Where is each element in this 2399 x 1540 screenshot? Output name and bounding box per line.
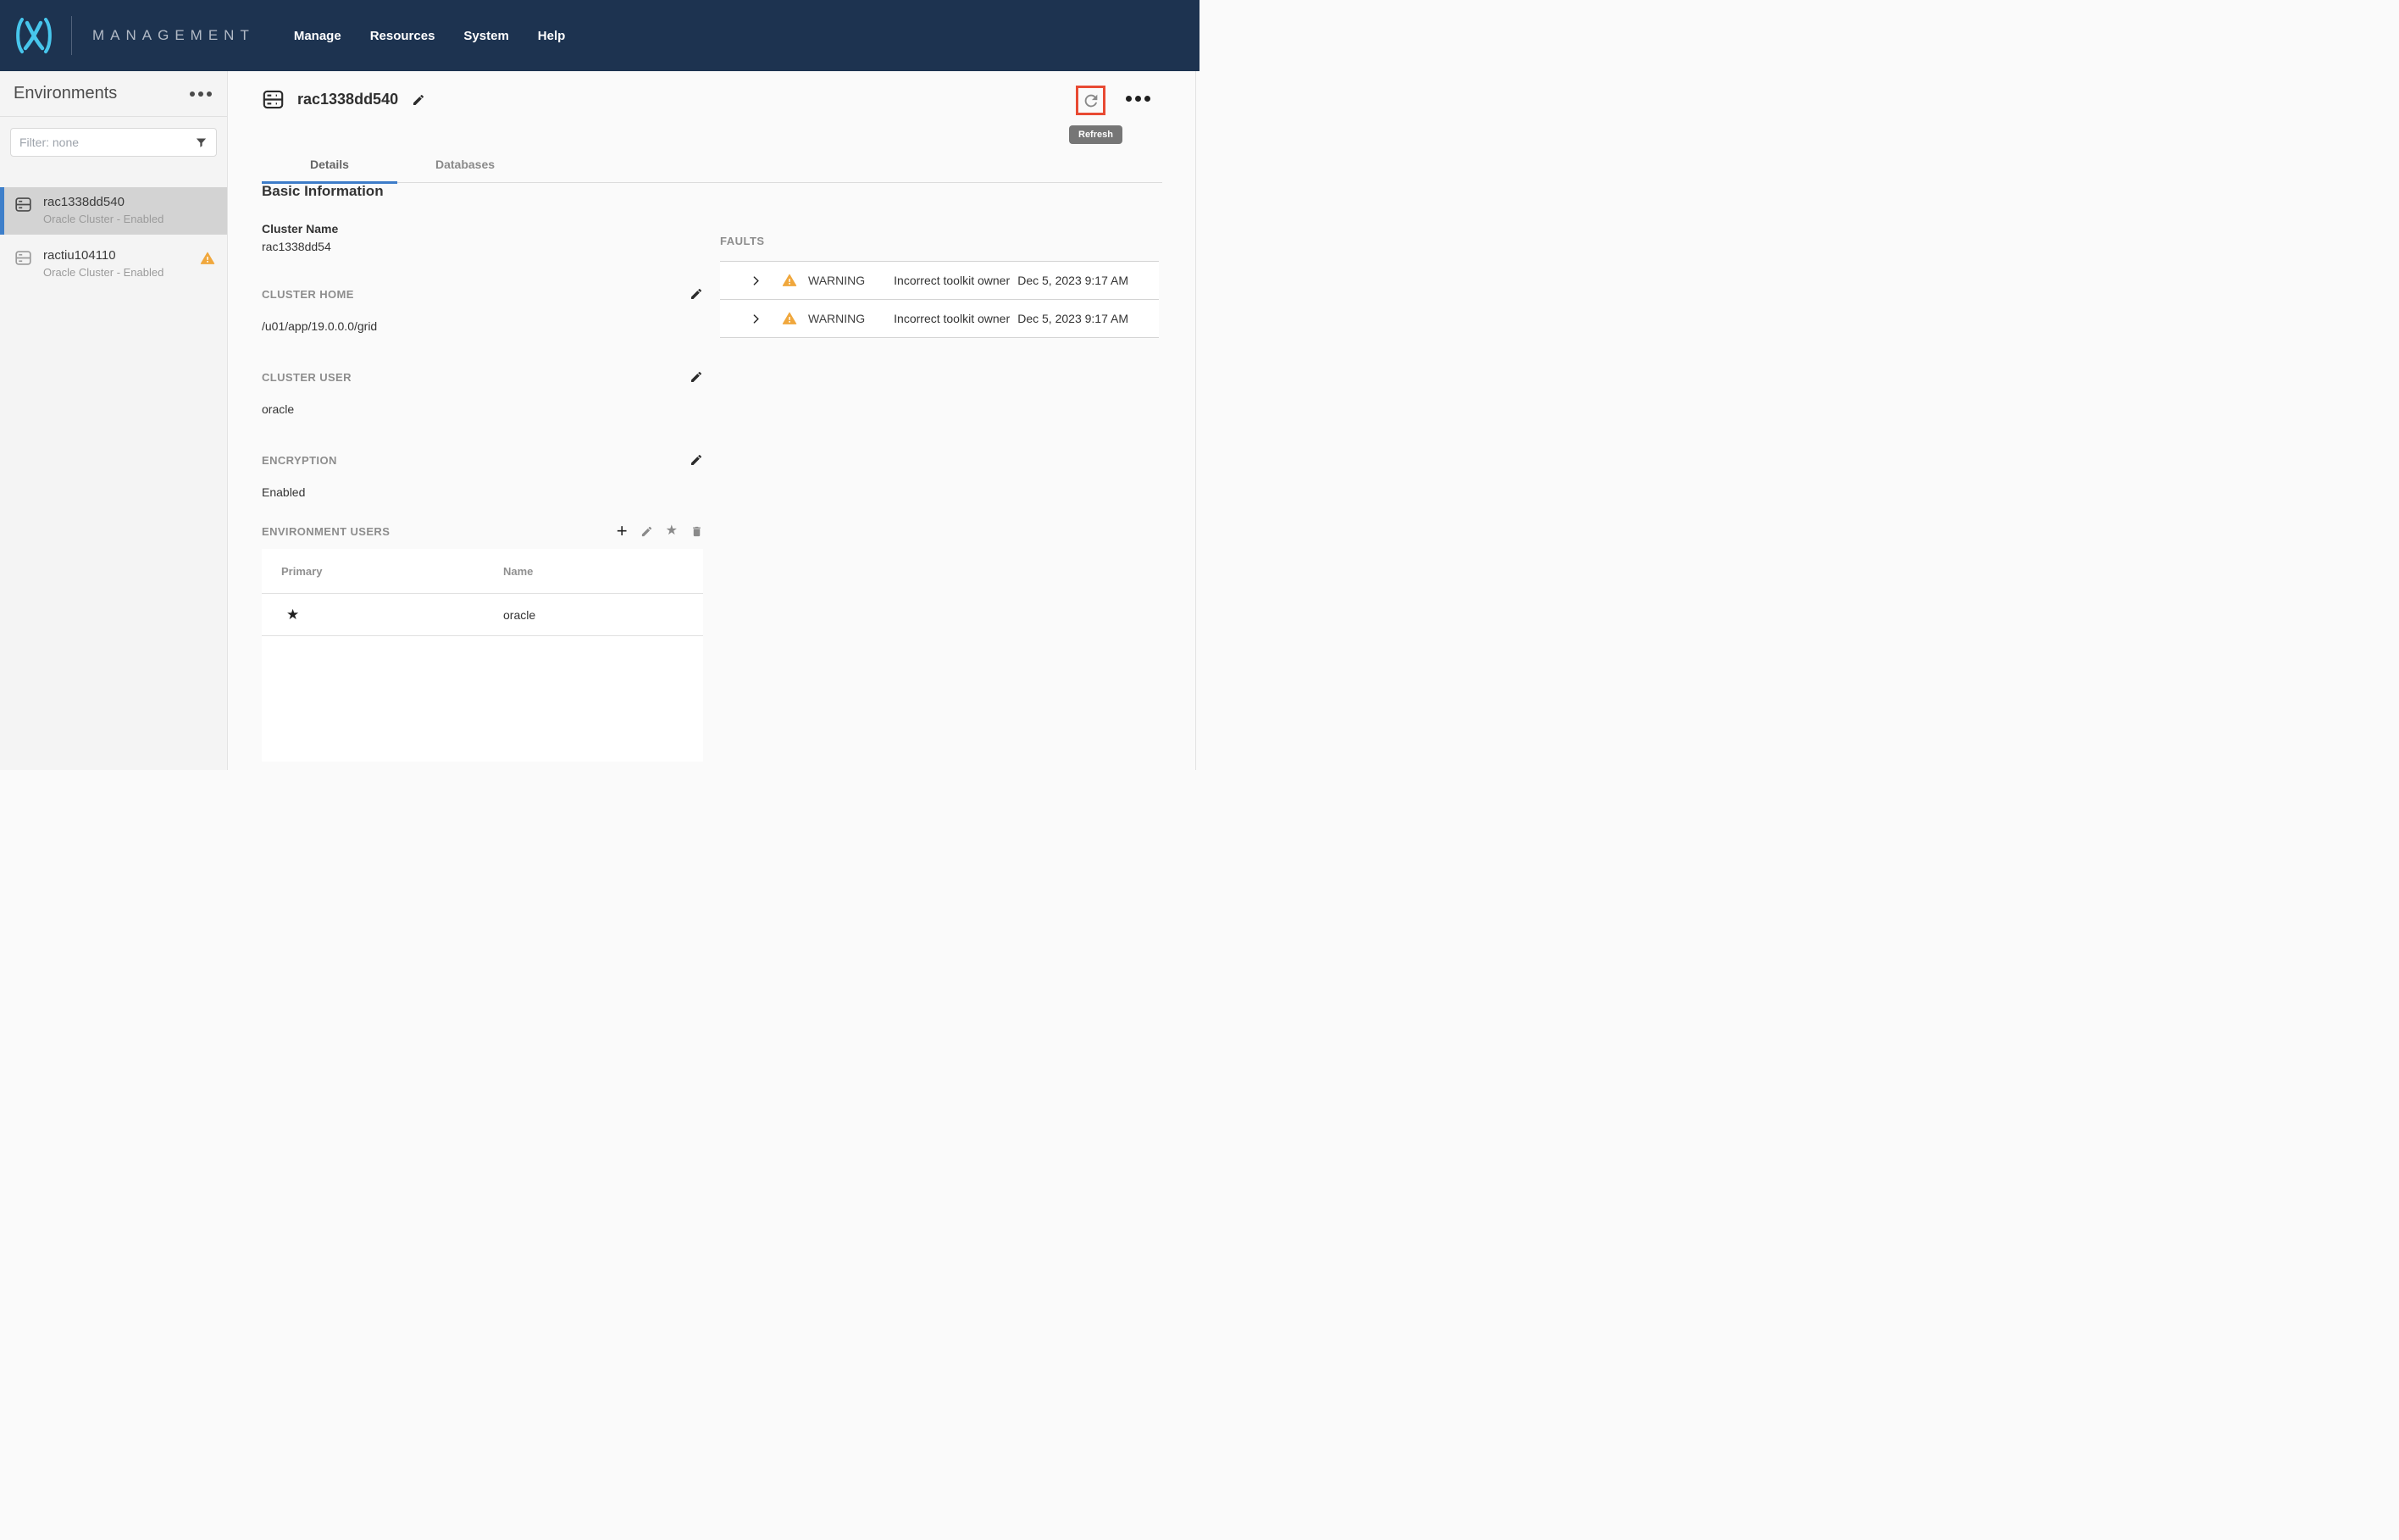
fault-date: Dec 5, 2023 9:17 AM bbox=[1017, 312, 1128, 325]
fault-severity: WARNING bbox=[808, 274, 865, 287]
main-content: rac1338dd540 Refresh Details Databases B… bbox=[229, 71, 1200, 770]
encryption-value: Enabled bbox=[262, 485, 703, 499]
users-table-header: Primary Name bbox=[262, 549, 703, 594]
cluster-name-value: rac1338dd54 bbox=[262, 240, 703, 253]
primary-star-icon: ★ bbox=[286, 607, 299, 623]
column-header-name: Name bbox=[503, 565, 533, 578]
environment-users-label: ENVIRONMENT USERS bbox=[262, 525, 390, 538]
tab-details[interactable]: Details bbox=[262, 152, 397, 182]
warning-icon bbox=[782, 273, 797, 288]
expand-chevron-icon[interactable] bbox=[751, 313, 762, 324]
refresh-icon bbox=[1082, 91, 1100, 110]
faults-panel: FAULTS WARNING Incorrect toolkit owner D… bbox=[720, 235, 1159, 338]
page-title: rac1338dd540 bbox=[297, 91, 398, 108]
environment-status: Oracle Cluster - Enabled bbox=[43, 213, 163, 225]
edit-encryption-pencil-icon[interactable] bbox=[690, 453, 703, 467]
tab-bar: Details Databases bbox=[262, 152, 1162, 183]
tab-databases[interactable]: Databases bbox=[397, 152, 533, 182]
add-user-button[interactable]: + bbox=[617, 524, 628, 538]
sidebar-item-rac1338dd540[interactable]: rac1338dd540 Oracle Cluster - Enabled bbox=[0, 187, 227, 235]
fault-title: Incorrect toolkit owner bbox=[894, 312, 1010, 325]
encryption-label: ENCRYPTION bbox=[262, 454, 337, 467]
page-menu-dots-icon[interactable] bbox=[1126, 96, 1150, 102]
delphix-logo-icon bbox=[14, 15, 54, 56]
top-bar: MANAGEMENT Manage Resources System Help bbox=[0, 0, 1200, 71]
user-name: oracle bbox=[503, 608, 535, 622]
sidebar-menu-dots-icon[interactable] bbox=[190, 91, 212, 97]
set-primary-star-icon[interactable]: ★ bbox=[666, 524, 678, 538]
cluster-user-section: CLUSTER USER bbox=[262, 370, 703, 384]
column-header-primary: Primary bbox=[281, 565, 503, 578]
cluster-icon bbox=[14, 196, 32, 213]
sidebar-item-ractiu104110[interactable]: ractiu104110 Oracle Cluster - Enabled bbox=[0, 241, 227, 288]
cluster-name-label: Cluster Name bbox=[262, 222, 703, 235]
cluster-home-section: CLUSTER HOME bbox=[262, 287, 703, 301]
cluster-user-value: oracle bbox=[262, 402, 703, 416]
nav-resources[interactable]: Resources bbox=[370, 29, 435, 43]
sidebar-header: Environments bbox=[0, 71, 227, 117]
fault-title: Incorrect toolkit owner bbox=[894, 274, 1010, 287]
filter-input[interactable] bbox=[19, 136, 195, 149]
details-column: Basic Information Cluster Name rac1338dd… bbox=[262, 183, 703, 762]
edit-title-pencil-icon[interactable] bbox=[412, 93, 425, 107]
basic-information-heading: Basic Information bbox=[262, 183, 703, 200]
environment-users-section: ENVIRONMENT USERS + ★ bbox=[262, 524, 703, 538]
topbar-divider bbox=[71, 16, 72, 55]
faults-heading: FAULTS bbox=[720, 235, 1159, 247]
nav-manage[interactable]: Manage bbox=[294, 29, 341, 43]
fault-severity: WARNING bbox=[808, 312, 865, 325]
cluster-icon bbox=[14, 249, 32, 267]
environment-name: rac1338dd540 bbox=[43, 195, 163, 209]
top-nav: Manage Resources System Help bbox=[294, 29, 565, 43]
cluster-home-label: CLUSTER HOME bbox=[262, 288, 354, 301]
filter-box[interactable] bbox=[10, 128, 217, 157]
environment-users-table: Primary Name ★ oracle bbox=[262, 549, 703, 762]
nav-system[interactable]: System bbox=[463, 29, 508, 43]
delete-user-trash-icon[interactable] bbox=[690, 525, 703, 538]
fault-row[interactable]: WARNING Incorrect toolkit owner Dec 5, 2… bbox=[720, 262, 1159, 300]
environment-users-toolbar: + ★ bbox=[617, 524, 703, 538]
filter-funnel-icon[interactable] bbox=[195, 136, 208, 149]
cluster-home-value: /u01/app/19.0.0.0/grid bbox=[262, 319, 703, 333]
cluster-icon bbox=[262, 88, 285, 111]
sidebar-title: Environments bbox=[14, 84, 117, 103]
brand-title: MANAGEMENT bbox=[92, 27, 255, 44]
environment-status: Oracle Cluster - Enabled bbox=[43, 266, 163, 279]
fault-date: Dec 5, 2023 9:17 AM bbox=[1017, 274, 1128, 287]
environment-list: rac1338dd540 Oracle Cluster - Enabled ra… bbox=[0, 187, 227, 288]
edit-cluster-home-pencil-icon[interactable] bbox=[690, 287, 703, 301]
cluster-user-label: CLUSTER USER bbox=[262, 371, 352, 384]
environment-name: ractiu104110 bbox=[43, 248, 163, 263]
warning-icon bbox=[200, 251, 215, 266]
encryption-section: ENCRYPTION bbox=[262, 453, 703, 467]
expand-chevron-icon[interactable] bbox=[751, 275, 762, 286]
scroll-edge bbox=[1195, 71, 1196, 770]
refresh-button[interactable] bbox=[1076, 86, 1105, 115]
environments-sidebar: Environments rac1338dd540 Oracle Cluster… bbox=[0, 71, 228, 770]
nav-help[interactable]: Help bbox=[538, 29, 566, 43]
edit-user-pencil-icon[interactable] bbox=[640, 525, 653, 538]
fault-row[interactable]: WARNING Incorrect toolkit owner Dec 5, 2… bbox=[720, 300, 1159, 338]
faults-list: WARNING Incorrect toolkit owner Dec 5, 2… bbox=[720, 261, 1159, 338]
warning-icon bbox=[782, 311, 797, 326]
table-row[interactable]: ★ oracle bbox=[262, 594, 703, 636]
edit-cluster-user-pencil-icon[interactable] bbox=[690, 370, 703, 384]
refresh-tooltip: Refresh bbox=[1069, 125, 1122, 144]
page-header: rac1338dd540 bbox=[262, 88, 425, 111]
